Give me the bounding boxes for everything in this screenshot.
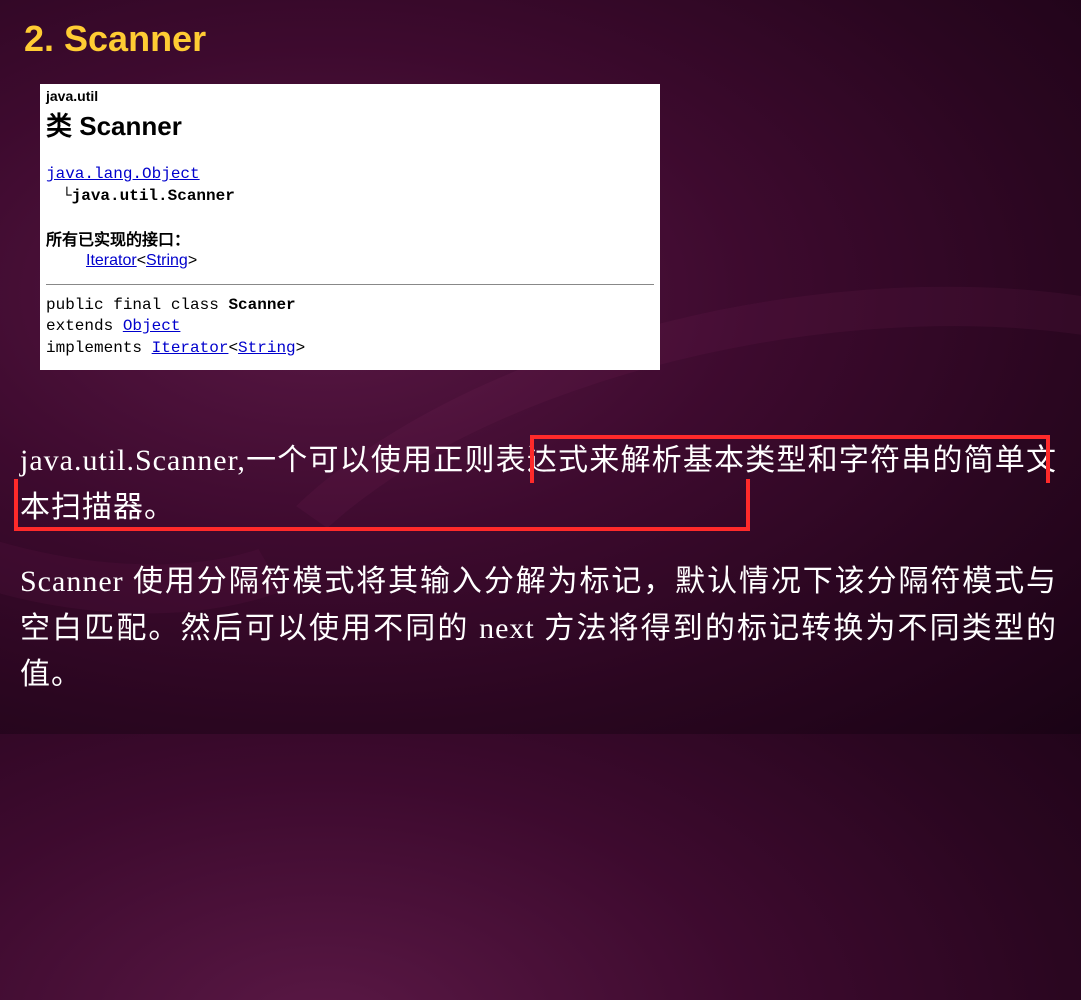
description-paragraph-1: java.util.Scanner,一个可以使用正则表达式来解析基本类型和字符串… xyxy=(20,438,1057,531)
implemented-interfaces: 所有已实现的接口： Iterator<String> xyxy=(46,226,654,270)
interfaces-label: 所有已实现的接口： xyxy=(46,226,654,250)
iterator-link[interactable]: Iterator xyxy=(86,252,137,269)
generic-gt: > xyxy=(188,252,197,269)
description-block: java.util.Scanner,一个可以使用正则表达式来解析基本类型和字符串… xyxy=(20,438,1057,699)
tree-corner-icon xyxy=(62,187,72,205)
description-paragraph-2: Scanner 使用分隔符模式将其输入分解为标记，默认情况下该分隔符模式与空白匹… xyxy=(20,559,1057,699)
class-prefix: 类 xyxy=(46,111,79,141)
decl-implements-kw: implements xyxy=(46,339,152,357)
hierarchy-child: java.util.Scanner xyxy=(72,187,235,205)
class-hierarchy: java.lang.Object java.util.Scanner xyxy=(46,163,654,208)
javadoc-package: java.util xyxy=(46,88,654,104)
decl-string-link[interactable]: String xyxy=(238,339,296,357)
string-link[interactable]: String xyxy=(146,252,188,269)
decl-gt: > xyxy=(296,339,306,357)
class-declaration: public final class Scanner extends Objec… xyxy=(46,295,654,360)
generic-lt: < xyxy=(137,252,146,269)
decl-lt: < xyxy=(228,339,238,357)
hierarchy-root-link[interactable]: java.lang.Object xyxy=(46,165,200,183)
javadoc-class-heading: 类 Scanner xyxy=(46,106,654,143)
javadoc-panel: java.util 类 Scanner java.lang.Object jav… xyxy=(40,84,660,370)
decl-object-link[interactable]: Object xyxy=(123,317,181,335)
decl-iterator-link[interactable]: Iterator xyxy=(152,339,229,357)
decl-modifiers: public final class xyxy=(46,296,228,314)
class-name: Scanner xyxy=(79,111,182,141)
decl-classname: Scanner xyxy=(228,296,295,314)
javadoc-divider xyxy=(46,284,654,285)
slide-title: 2. Scanner xyxy=(24,18,206,60)
decl-extends-kw: extends xyxy=(46,317,123,335)
